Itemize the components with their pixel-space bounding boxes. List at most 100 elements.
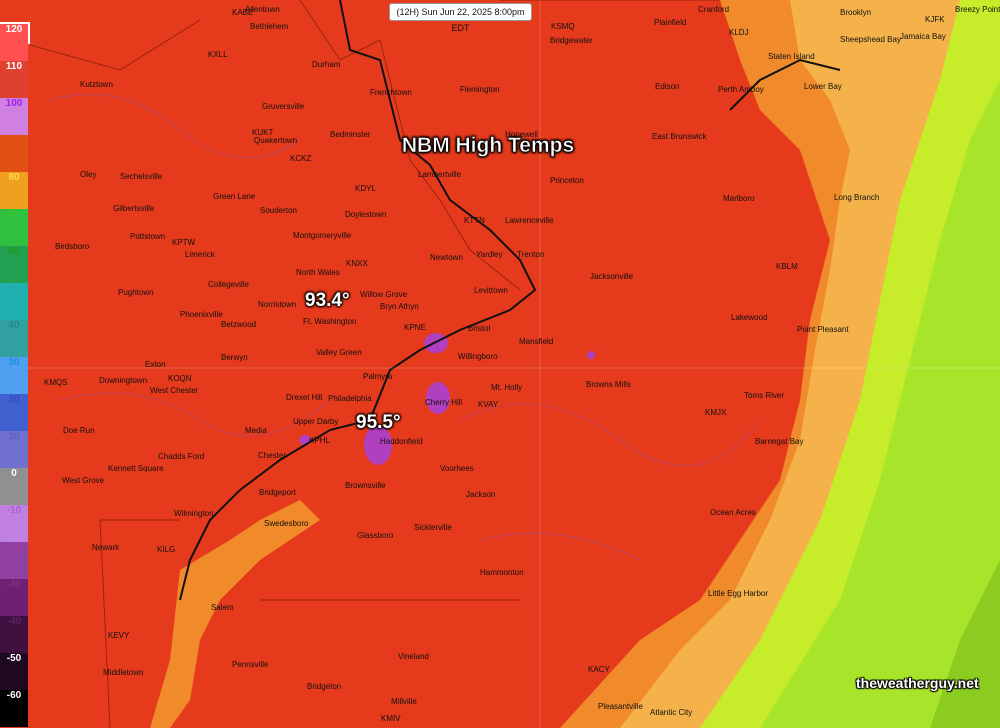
city-label: Quakertown [254,136,298,145]
city-label: West Grove [62,476,105,485]
city-label: Kutztown [80,80,113,89]
legend-tick: 30 [0,357,28,394]
city-label: Exton [145,360,166,369]
city-label: Yardley [476,250,503,259]
city-label: Drexel Hill [286,393,323,402]
legend-tick: 100 [0,98,28,135]
city-label: KMIV [381,714,401,723]
city-label: Wilmington [174,509,214,518]
city-label: Bryn Athyn [380,302,419,311]
city-label: KILG [157,545,176,554]
city-label: Pleasantville [598,702,643,711]
city-label: Kennett Square [108,464,164,473]
city-label: Newtown [430,253,463,262]
city-label: Mansfield [519,337,554,346]
city-label: Willow Grove [360,290,408,299]
city-label: Hammonton [480,568,524,577]
city-label: Lower Bay [804,82,842,91]
city-label: Sheepshead Bay [840,35,901,44]
city-label: KMJX [705,408,727,417]
city-label: KTTN [464,216,485,225]
city-label: Bristol [468,324,491,333]
legend-tick: -60 [0,690,28,727]
city-label: Chadds Ford [158,452,205,461]
city-label: KACY [588,665,610,674]
legend-tick: 120 [0,24,28,61]
city-label: Betzwood [221,320,257,329]
legend-tick: 20 [0,394,28,431]
legend-tick: -10 [0,505,28,542]
city-label: Mt. Holly [491,383,523,392]
city-label: East Brunswick [652,132,707,141]
city-label: Sechelsville [120,172,163,181]
city-label: Valley Green [316,348,362,357]
legend-tick: -20 [0,542,28,579]
city-label: Brownsville [345,481,386,490]
city-label: Green Lane [213,192,256,201]
city-label: Trenton [517,250,545,259]
city-label: KEVY [108,631,130,640]
city-label: Jamaica Bay [900,32,946,41]
city-label: Atlantic City [650,708,693,717]
city-label: Frenchtown [370,88,412,97]
city-label: Flemington [460,85,500,94]
city-label: Browns Mills [586,380,631,389]
city-label: KVAY [478,400,499,409]
city-label: Souderton [260,206,297,215]
legend-tick: 40 [0,320,28,357]
legend-tick: 60 [0,246,28,283]
legend-tick: -30 [0,579,28,616]
city-label: Downingtown [99,376,148,385]
city-label: Limerick [185,250,215,259]
legend-tick: 80 [0,172,28,209]
city-label: Bridgeport [259,488,296,497]
city-label: Montgomeryville [293,231,352,240]
city-label: Swedesboro [264,519,309,528]
temp-label-north-wales: 93.4° [305,290,350,311]
city-label: Toms River [744,391,785,400]
city-label: Salem [211,603,234,612]
city-label: Media [245,426,267,435]
city-label: KPNE [404,323,426,332]
city-label: Berwyn [221,353,248,362]
legend-tick: 50 [0,283,28,320]
city-label: Doylestown [345,210,387,219]
city-label: Long Branch [834,193,880,202]
city-label: Lakewood [731,313,768,322]
city-label: Lambertville [418,170,462,179]
city-label: Newark [92,543,120,552]
city-label: KABE [232,8,254,17]
city-label: Philadelphia [328,394,372,403]
city-label: Jackson [466,490,496,499]
city-label: Edison [655,82,680,91]
city-label: Jacksonville [590,272,634,281]
legend-tick: 10 [0,431,28,468]
city-label: KXLL [208,50,228,59]
city-label: Upper Darby [293,417,339,426]
city-label: Doe Run [63,426,95,435]
city-label: Bridgeton [307,682,342,691]
city-label: Pughtown [118,288,154,297]
temperature-legend: °F 1201101009080706050403020100-10-20-30… [0,22,30,728]
city-label: KNXX [346,259,368,268]
city-label: North Wales [296,268,340,277]
legend-tick: 90 [0,135,28,172]
legend-tick: 110 [0,61,28,98]
city-label: Middletown [103,668,144,677]
city-label: Bedminster [330,130,371,139]
city-label: Perth Amboy [718,85,764,94]
city-label: Staten Island [768,52,815,61]
city-label: Birdsboro [55,242,90,251]
city-label: Lawrenceville [505,216,554,225]
city-label: Norristown [258,300,297,309]
city-label: Collegeville [208,280,249,289]
temp-label-philadelphia: 95.5° [356,412,401,433]
legend-tick: -40 [0,616,28,653]
city-label: Gilbertsville [113,204,155,213]
timestamp: (12H) Sun Jun 22, 2025 8:00pm EDT [389,3,532,33]
city-label: Oley [80,170,97,179]
city-label: Chester [258,451,287,460]
city-label: Vineland [398,652,429,661]
city-label: KLDJ [729,28,749,37]
city-label: Brooklyn [840,8,872,17]
